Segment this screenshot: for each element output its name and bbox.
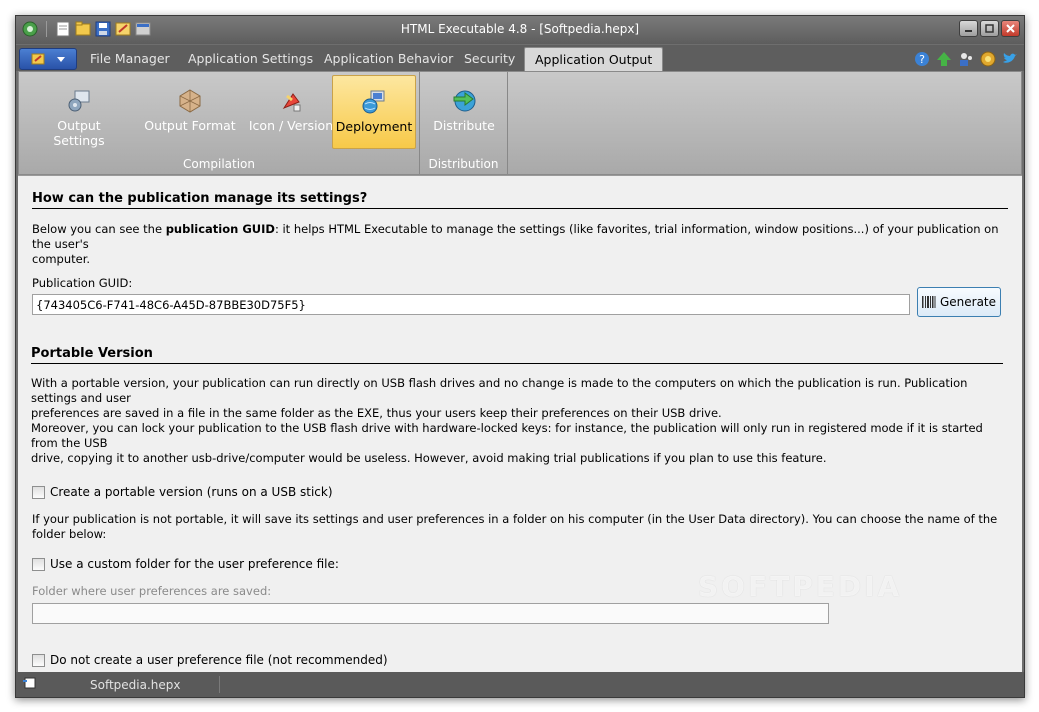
award-icon[interactable] — [979, 50, 996, 67]
deployment-label: Deployment — [335, 119, 413, 134]
chevron-down-icon — [57, 56, 65, 62]
no-pref-file-label: Do not create a user preference file (no… — [50, 653, 388, 667]
window-controls — [959, 20, 1020, 37]
icon-version-button[interactable]: Icon / Version — [247, 75, 335, 149]
portable-version-checkbox[interactable]: Create a portable version (runs on a USB… — [32, 485, 333, 499]
portable-description: With a portable version, your publicatio… — [31, 376, 1009, 466]
portable-version-label: Create a portable version (runs on a USB… — [50, 485, 333, 499]
svg-text:?: ? — [919, 53, 925, 66]
custom-folder-checkbox[interactable]: Use a custom folder for the user prefere… — [32, 557, 339, 571]
distribute-label: Distribute — [433, 118, 495, 133]
twitter-icon[interactable] — [1001, 50, 1018, 67]
generate-label: Generate — [939, 295, 997, 309]
help-icon[interactable]: ? — [913, 50, 930, 67]
help-toolbar: ? — [913, 50, 1018, 67]
portable-line1: With a portable version, your publicatio… — [31, 376, 968, 405]
ribbon-group-label-compilation: Compilation — [182, 157, 256, 171]
ribbon-panel: Output Settings Output Format Icon / Ver… — [18, 71, 1022, 175]
icon-version-icon — [278, 88, 304, 114]
minimize-button[interactable] — [959, 20, 978, 37]
close-button[interactable] — [1001, 20, 1020, 37]
app-menu-button[interactable] — [19, 48, 77, 70]
output-format-icon — [177, 88, 203, 114]
distribute-button[interactable]: Distribute — [426, 75, 502, 149]
portable-line3: Moreover, you can lock your publication … — [31, 421, 983, 450]
users-icon[interactable] — [957, 50, 974, 67]
barcode-icon — [921, 296, 936, 308]
status-bar: Softpedia.hepx — [16, 672, 1024, 697]
deployment-icon — [361, 89, 387, 115]
folder-label: Folder where user preferences are saved: — [32, 584, 272, 598]
output-settings-icon — [66, 88, 92, 114]
deployment-button[interactable]: Deployment — [332, 75, 416, 149]
checkbox-box[interactable] — [32, 485, 45, 499]
output-settings-button[interactable]: Output Settings — [31, 75, 127, 149]
output-format-button[interactable]: Output Format — [141, 75, 239, 149]
tab-file-manager[interactable]: File Manager — [80, 47, 180, 71]
app-window: HTML Executable 4.8 - [Softpedia.hepx] F… — [15, 15, 1025, 698]
maximize-button[interactable] — [980, 20, 999, 37]
icon-version-label: Icon / Version — [248, 118, 334, 133]
ribbon-tab-row: File Manager Application Settings Applic… — [16, 45, 1024, 71]
tab-security[interactable]: Security — [454, 47, 525, 71]
guid-input[interactable]: {743405C6-F741-48C6-A45D-87BBE30D75F5} — [32, 294, 910, 315]
tab-application-behavior[interactable]: Application Behavior — [314, 47, 463, 71]
output-format-label: Output Format — [144, 118, 236, 133]
maximize-icon — [985, 24, 994, 33]
settings-heading: How can the publication manage its setti… — [32, 191, 368, 206]
intro-bold: publication GUID — [165, 222, 275, 236]
portable-heading-divider — [31, 363, 1003, 364]
tab-application-output[interactable]: Application Output — [524, 47, 664, 71]
deployment-settings-panel: How can the publication manage its setti… — [18, 175, 1022, 672]
portable-line2: preferences are saved in a file in the s… — [31, 406, 722, 420]
document-status-icon — [23, 677, 36, 689]
portable-line4: drive, copying it to another usb-drive/c… — [31, 451, 827, 465]
generate-button[interactable]: Generate — [917, 287, 1001, 317]
title-bar: HTML Executable 4.8 - [Softpedia.hepx] — [16, 16, 1024, 44]
guid-label: Publication GUID: — [32, 276, 133, 290]
ribbon-group-distribution: Distribute Distribution — [420, 72, 508, 174]
distribute-icon — [451, 88, 477, 114]
settings-heading-divider — [32, 208, 1008, 209]
no-pref-file-checkbox[interactable]: Do not create a user preference file (no… — [32, 653, 388, 667]
window-title: HTML Executable 4.8 - [Softpedia.hepx] — [400, 22, 640, 36]
intro-line2: computer. — [32, 252, 91, 266]
portable-heading: Portable Version — [31, 346, 153, 361]
custom-folder-label: Use a custom folder for the user prefere… — [50, 557, 339, 571]
softpedia-watermark: SOFTPEDIA — [698, 570, 903, 603]
close-icon — [1006, 24, 1015, 33]
update-icon[interactable] — [935, 50, 952, 67]
settings-intro-text: Below you can see the publication GUID: … — [32, 222, 1008, 267]
app-menu-icon — [31, 53, 45, 65]
checkbox-box[interactable] — [32, 653, 45, 667]
intro-prefix: Below you can see the — [32, 222, 166, 236]
checkbox-box[interactable] — [32, 557, 45, 571]
status-separator — [219, 676, 220, 693]
output-settings-label: Output Settings — [53, 118, 105, 148]
ribbon-group-compilation: Output Settings Output Format Icon / Ver… — [19, 72, 420, 174]
not-portable-text: If your publication is not portable, it … — [32, 512, 998, 541]
minimize-icon — [965, 30, 972, 32]
ribbon-group-label-distribution: Distribution — [428, 157, 499, 171]
folder-input[interactable] — [32, 603, 829, 624]
tab-application-settings[interactable]: Application Settings — [178, 47, 323, 71]
status-filename: Softpedia.hepx — [90, 678, 181, 692]
